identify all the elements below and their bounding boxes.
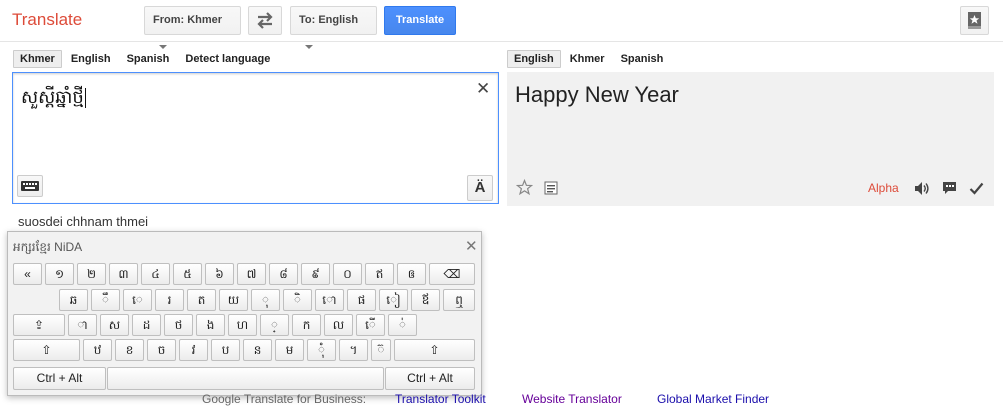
source-tab-spanish[interactable]: Spanish — [120, 50, 177, 68]
key-r1-5[interactable]: ៥ — [173, 263, 202, 285]
from-language-select[interactable]: From: Khmer — [144, 6, 241, 50]
source-tab-detect-language[interactable]: Detect language — [178, 50, 277, 68]
star-icon[interactable] — [516, 179, 533, 196]
phrasebook-icon — [968, 12, 981, 29]
key-r3-3[interactable]: ដ — [132, 314, 161, 336]
key-r1-2[interactable]: ២ — [77, 263, 106, 285]
target-tab-khmer[interactable]: Khmer — [563, 50, 612, 68]
key-r1-1[interactable]: ១ — [45, 263, 74, 285]
key-r4-5[interactable]: ប — [211, 339, 240, 361]
translate-button[interactable]: Translate — [384, 6, 456, 35]
source-text-area[interactable]: សួស្តីឆ្នាំថ្មី — [12, 72, 499, 204]
backspace-key[interactable]: ⌫ — [429, 263, 475, 285]
feedback-icon[interactable] — [941, 180, 958, 197]
key-r3-8[interactable]: ក — [292, 314, 321, 336]
source-text: សួស្តីឆ្នាំថ្មី — [21, 87, 84, 107]
right-ctrl-alt-key[interactable]: Ctrl + Alt — [385, 367, 475, 390]
listen-speaker-icon[interactable] — [913, 180, 931, 197]
source-tab-khmer[interactable]: Khmer — [13, 50, 62, 68]
source-language-tabs: Khmer English Spanish Detect language — [13, 50, 279, 68]
key-r2-9[interactable]: ផ — [347, 289, 376, 311]
key-r3-7[interactable]: ្ — [260, 314, 289, 336]
key-tab-blank — [13, 289, 58, 311]
key-r1-12[interactable]: ឲ — [397, 263, 426, 285]
key-r4-7[interactable]: ម — [275, 339, 304, 361]
key-r3-9[interactable]: ល — [324, 314, 353, 336]
app-title: Translate — [12, 10, 83, 29]
key-r1-7[interactable]: ៧ — [237, 263, 266, 285]
top-bar: Translate From: Khmer To: English Transl… — [0, 0, 1003, 50]
key-r1-6[interactable]: ៦ — [205, 263, 234, 285]
translator-toolkit-link[interactable]: Translator Toolkit — [395, 392, 486, 406]
close-keyboard-icon[interactable]: ✕ — [465, 237, 478, 255]
key-r3-2[interactable]: ស — [100, 314, 129, 336]
key-r1-4[interactable]: ៤ — [141, 263, 170, 285]
clear-source-icon[interactable]: ✕ — [476, 79, 490, 99]
keyboard-icon — [21, 181, 39, 191]
source-tab-english[interactable]: English — [64, 50, 118, 68]
input-tools-button[interactable]: Ä — [467, 175, 493, 201]
key-r4-4[interactable]: វ — [179, 339, 208, 361]
alpha-label[interactable]: Alpha — [868, 181, 899, 195]
keyboard-layout-title: អក្សរខ្មែរ NiDA — [13, 240, 83, 254]
key-r3-10[interactable]: ើ — [356, 314, 385, 336]
transliteration-text: suosdei chhnam thmei — [18, 214, 149, 229]
to-language-label: To: English — [299, 14, 359, 26]
key-r2-12[interactable]: ឮ — [443, 289, 475, 311]
website-translator-link[interactable]: Website Translator — [522, 392, 622, 406]
key-r2-1[interactable]: ឹ — [91, 289, 120, 311]
key-r1-0[interactable]: « — [13, 263, 42, 285]
key-r1-3[interactable]: ៣ — [109, 263, 138, 285]
footer-label: Google Translate for Business: — [202, 392, 367, 406]
phrasebook-button[interactable] — [960, 6, 989, 35]
key-r2-8[interactable]: ោ — [315, 289, 344, 311]
key-r4-10[interactable]: ៊ — [371, 339, 391, 361]
swap-languages-button[interactable] — [248, 6, 282, 35]
from-language-label: From: Khmer — [153, 14, 223, 26]
key-r3-5[interactable]: ង — [196, 314, 225, 336]
key-r1-10[interactable]: ០ — [333, 263, 362, 285]
left-shift-key[interactable]: ⇧ — [13, 339, 80, 361]
key-r2-3[interactable]: រ — [155, 289, 184, 311]
key-r4-1[interactable]: ឋ — [83, 339, 112, 361]
key-r1-9[interactable]: ៩ — [301, 263, 330, 285]
checkmark-icon[interactable] — [968, 180, 985, 197]
key-r4-2[interactable]: ខ — [115, 339, 144, 361]
chevron-down-icon — [305, 45, 313, 50]
key-r4-8[interactable]: ុំ — [307, 339, 336, 361]
global-market-finder-link[interactable]: Global Market Finder — [657, 392, 769, 406]
key-r2-11[interactable]: ឪ — [411, 289, 440, 311]
right-shift-key[interactable]: ⇧ — [394, 339, 475, 361]
target-language-tabs: English Khmer Spanish — [507, 50, 672, 68]
to-language-select[interactable]: To: English — [290, 6, 377, 50]
key-r3-1[interactable]: ា — [68, 314, 97, 336]
key-r2-10[interactable]: ៀ — [379, 289, 408, 311]
select-all-icon[interactable] — [543, 180, 559, 196]
key-r1-11[interactable]: ឥ — [365, 263, 394, 285]
caps-lock-key[interactable]: ⇪ — [13, 314, 65, 336]
key-r3-6[interactable]: ហ — [228, 314, 257, 336]
key-r3-4[interactable]: ថ — [164, 314, 193, 336]
target-tab-spanish[interactable]: Spanish — [614, 50, 671, 68]
swap-icon — [257, 12, 273, 29]
key-r4-9[interactable]: ។ — [339, 339, 368, 361]
space-key[interactable] — [107, 367, 384, 390]
key-r2-6[interactable]: ុ — [251, 289, 280, 311]
result-text: Happy New Year — [515, 82, 679, 107]
key-r4-3[interactable]: ច — [147, 339, 176, 361]
chevron-down-icon — [159, 45, 167, 50]
key-r3-11[interactable]: ់ — [388, 314, 417, 336]
virtual-keyboard-button[interactable] — [17, 175, 43, 197]
key-r2-5[interactable]: យ — [219, 289, 248, 311]
virtual-keyboard-panel: អក្សរខ្មែរ NiDA ✕ « ១ ២ ៣ ៤ ៥ ៦ ៧ ៨ ៩ ០ … — [7, 231, 482, 396]
key-r4-6[interactable]: ន — [243, 339, 272, 361]
text-cursor — [84, 88, 86, 109]
key-r2-2[interactable]: េ — [123, 289, 152, 311]
key-r2-7[interactable]: ិ — [283, 289, 312, 311]
left-ctrl-alt-key[interactable]: Ctrl + Alt — [13, 367, 106, 390]
target-tab-english[interactable]: English — [507, 50, 561, 68]
key-r2-4[interactable]: ត — [187, 289, 216, 311]
key-r2-0[interactable]: ឆ — [59, 289, 88, 311]
key-r1-8[interactable]: ៨ — [269, 263, 298, 285]
